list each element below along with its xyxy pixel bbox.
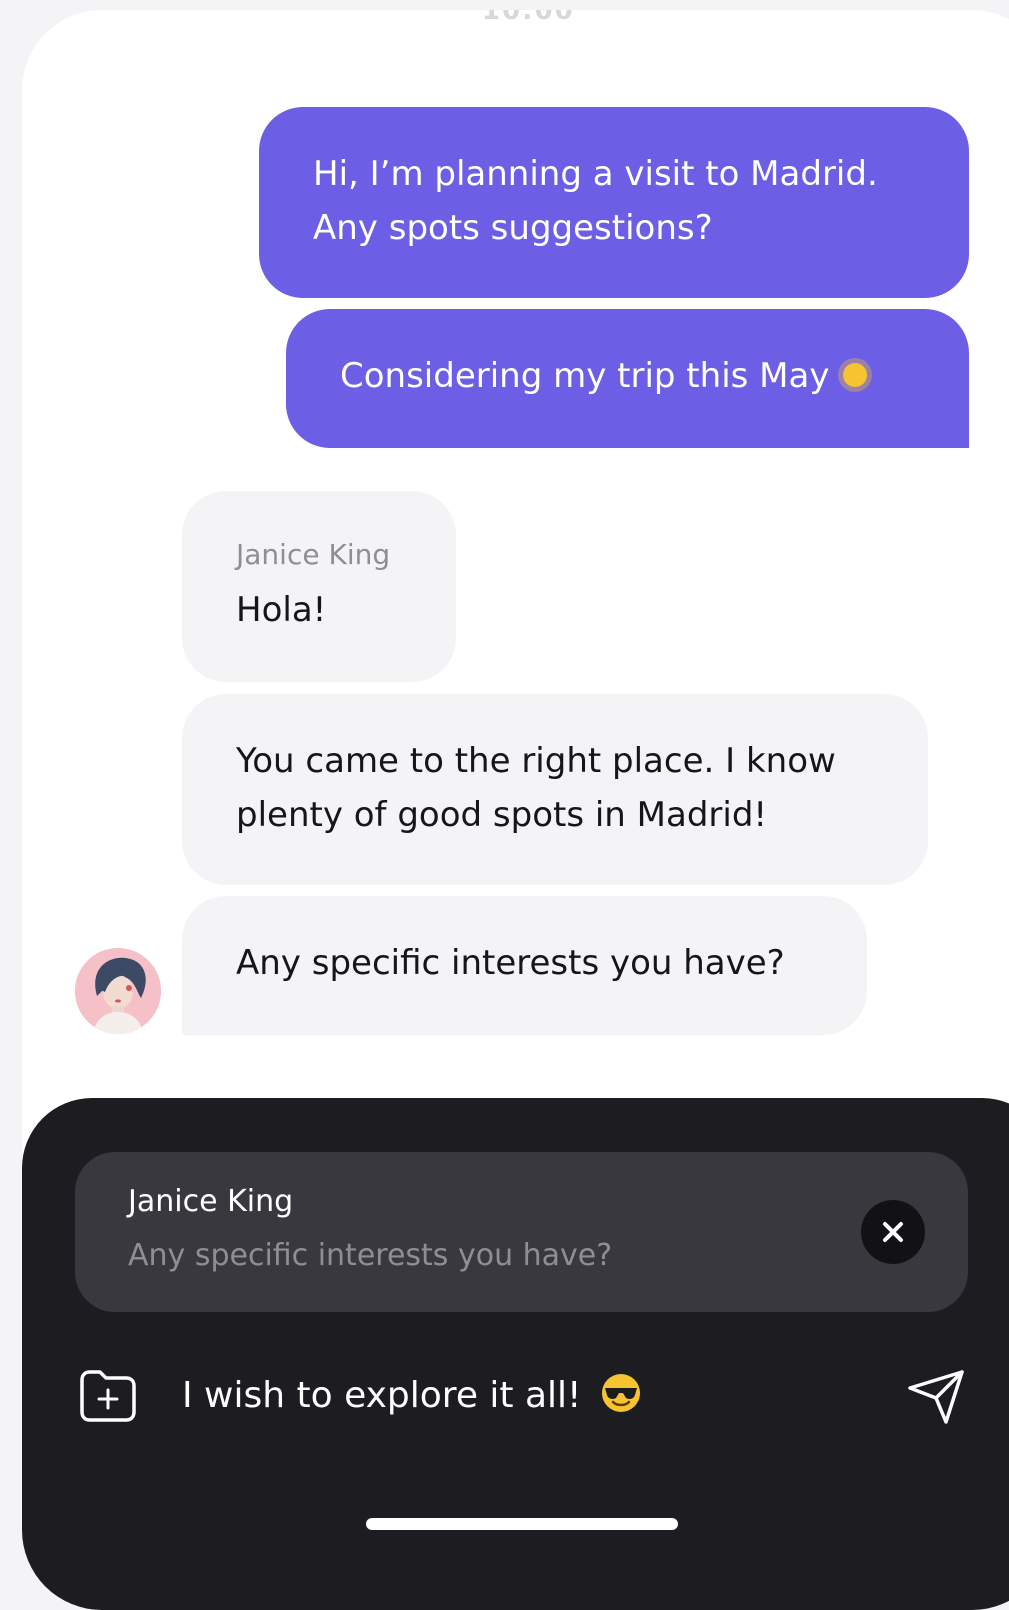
sun-emoji [843,362,868,387]
message-line: plenty of good spots in Madrid! [236,795,768,835]
close-reply-button[interactable] [861,1200,925,1264]
message-text: Considering my trip this May [340,356,830,396]
message-line: Hi, I’m planning a visit to Madrid. [313,154,878,194]
reply-text: Any specific interests you have? [128,1238,613,1273]
send-button[interactable] [906,1366,968,1428]
message-sender: Janice King [236,538,391,571]
message-text: Any specific interests you have? [236,943,785,983]
reply-sender: Janice King [128,1184,294,1219]
message-line: You came to the right place. I know [236,741,836,781]
avatar-image [75,948,161,1034]
home-indicator [366,1518,678,1530]
outgoing-message[interactable]: Considering my trip this May [286,309,969,448]
message-line: Any spots suggestions? [313,208,713,248]
status-time: 10:00 [482,10,575,26]
folder-plus-icon [80,1370,136,1422]
message-input[interactable]: I wish to explore it all! [182,1368,641,1424]
sunglasses-emoji [601,1374,640,1412]
avatar[interactable] [75,948,161,1034]
incoming-message[interactable]: Janice King Hola! [182,491,456,682]
attach-button[interactable] [78,1366,138,1426]
incoming-message[interactable]: You came to the right place. I know plen… [182,694,928,885]
close-icon [883,1222,903,1242]
composer-panel: Janice King Any specific interests you h… [22,1098,1009,1610]
message-text: Hola! [236,590,327,630]
send-icon [908,1370,964,1424]
reply-preview[interactable]: Janice King Any specific interests you h… [75,1152,968,1312]
chat-screen: 10:00 Hi, I’m planning a visit to Madrid… [22,10,1009,1610]
message-input-value: I wish to explore it all! [182,1375,582,1416]
incoming-message[interactable]: Any specific interests you have? [182,896,867,1035]
outgoing-message[interactable]: Hi, I’m planning a visit to Madrid. Any … [259,107,969,298]
